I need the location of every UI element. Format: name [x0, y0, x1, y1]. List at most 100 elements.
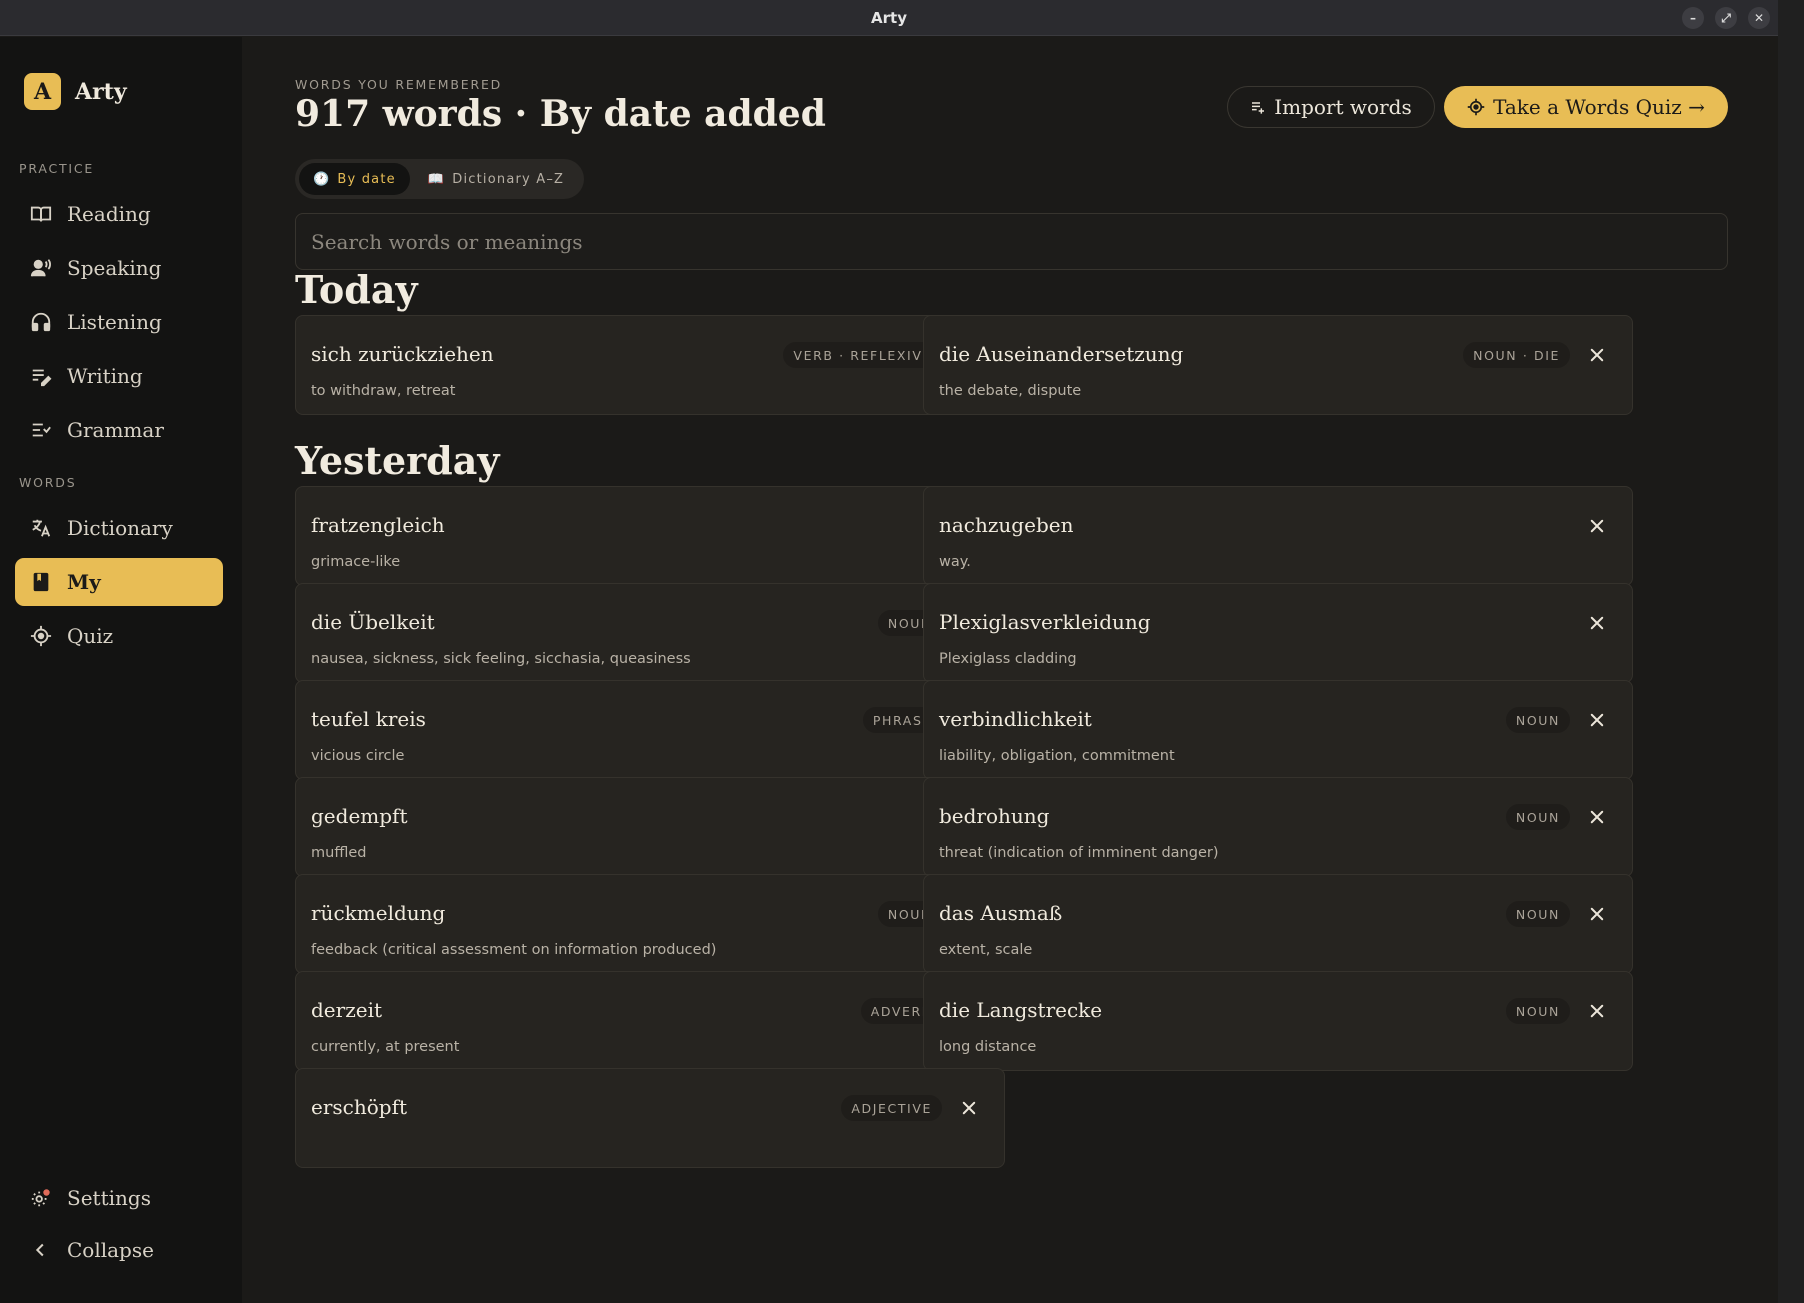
- word-card[interactable]: fratzengleich grimace-like: [295, 486, 1005, 586]
- remove-word-button[interactable]: [954, 1093, 984, 1123]
- word-meaning: grimace-like: [311, 554, 401, 570]
- section-label-practice: PRACTICE: [19, 161, 95, 176]
- word-meaning: muffled: [311, 845, 367, 861]
- word-meaning: to withdraw, retreat: [311, 383, 456, 399]
- gear-icon: [29, 1186, 53, 1210]
- headphones-icon: [29, 310, 53, 334]
- page-title: 917 words · By date added: [295, 93, 826, 135]
- section-label-words: WORDS: [19, 475, 77, 490]
- take-quiz-button[interactable]: Take a Words Quiz →: [1444, 86, 1728, 128]
- speaking-person-icon: [29, 256, 53, 280]
- sidebar-collapse-button[interactable]: Collapse: [15, 1226, 223, 1274]
- word-text: verbindlichkeit: [939, 707, 1092, 731]
- take-quiz-label: Take a Words Quiz →: [1493, 95, 1705, 119]
- bookmark-book-icon: [29, 570, 53, 594]
- sidebar-item-label: Grammar: [67, 418, 164, 442]
- word-meaning: nausea, sickness, sick feeling, sicchasi…: [311, 651, 691, 667]
- word-type-badge: NOUN: [1505, 998, 1570, 1024]
- checklist-icon: [29, 418, 53, 442]
- word-card[interactable]: das Ausmaß extent, scale NOUN: [923, 874, 1633, 974]
- book-icon: 📖: [427, 171, 446, 187]
- word-card[interactable]: die Übelkeit nausea, sickness, sick feeli…: [295, 583, 1005, 683]
- sort-dictionary-button[interactable]: 📖 Dictionary A–Z: [414, 163, 578, 195]
- word-card[interactable]: rückmeldung feedback (critical assessment…: [295, 874, 1005, 974]
- word-card[interactable]: erschöpft ADJECTIVE: [295, 1068, 1005, 1168]
- restore-icon[interactable]: ⤢: [1715, 7, 1737, 29]
- word-card[interactable]: sich zurückziehen to withdraw, retreat VER…: [295, 315, 1005, 415]
- remove-word-button[interactable]: [1582, 705, 1612, 735]
- target-icon: [29, 624, 53, 648]
- word-text: das Ausmaß: [939, 901, 1063, 925]
- word-type-badge: NOUN: [1505, 901, 1570, 927]
- word-card[interactable]: nachzugeben way.: [923, 486, 1633, 586]
- word-type-badge: NOUN: [1505, 804, 1570, 830]
- sidebar-item-listening[interactable]: Listening: [15, 298, 223, 346]
- word-text: rückmeldung: [311, 901, 446, 925]
- word-meaning: threat (indication of imminent danger): [939, 845, 1219, 861]
- word-meaning: way.: [939, 554, 971, 570]
- sidebar-item-label: Speaking: [67, 256, 162, 280]
- word-meaning: vicious circle: [311, 748, 405, 764]
- sidebar-item-my[interactable]: My: [15, 558, 223, 606]
- remove-word-button[interactable]: [1582, 996, 1612, 1026]
- close-icon: [1590, 907, 1604, 921]
- word-card[interactable]: teufel kreis vicious circle PHRASE: [295, 680, 1005, 780]
- word-card[interactable]: bedrohung threat (indication of imminent …: [923, 777, 1633, 877]
- sidebar-item-speaking[interactable]: Speaking: [15, 244, 223, 292]
- close-window-icon[interactable]: ✕: [1748, 7, 1770, 29]
- sidebar-item-label: Dictionary: [67, 516, 173, 540]
- word-text: Plexiglasverkleidung: [939, 610, 1151, 634]
- search-input[interactable]: [295, 213, 1728, 270]
- sidebar-item-grammar[interactable]: Grammar: [15, 406, 223, 454]
- word-text: die Langstrecke: [939, 998, 1103, 1022]
- word-card[interactable]: Plexiglasverkleidung Plexiglass cladding: [923, 583, 1633, 683]
- word-meaning: currently, at present: [311, 1039, 460, 1055]
- brand[interactable]: A Arty: [24, 73, 127, 110]
- word-text: gedempft: [311, 804, 408, 828]
- remove-word-button[interactable]: [1582, 899, 1612, 929]
- minimize-icon[interactable]: –: [1682, 7, 1704, 29]
- word-card[interactable]: gedempft muffled: [295, 777, 1005, 877]
- word-card[interactable]: derzeit currently, at present ADVERB: [295, 971, 1005, 1071]
- remove-word-button[interactable]: [1582, 340, 1612, 370]
- remove-word-button[interactable]: [1582, 511, 1612, 541]
- word-text: derzeit: [311, 998, 383, 1022]
- sidebar-item-label: Writing: [67, 364, 143, 388]
- word-card[interactable]: verbindlichkeit liability, obligation, co…: [923, 680, 1633, 780]
- close-icon: [1590, 1004, 1604, 1018]
- sidebar-item-label: Listening: [67, 310, 162, 334]
- close-icon: [1590, 348, 1604, 362]
- sidebar-item-label: Reading: [67, 202, 151, 226]
- word-text: teufel kreis: [311, 707, 426, 731]
- list-add-icon: [1252, 102, 1265, 114]
- sort-by-date-button[interactable]: 🕐 By date: [299, 163, 410, 195]
- clock-icon: 🕐: [313, 171, 331, 187]
- window-controls: – ⤢ ✕: [1682, 7, 1770, 29]
- word-meaning: Plexiglass cladding: [939, 651, 1077, 667]
- close-icon: [1590, 713, 1604, 727]
- remove-word-button[interactable]: [1582, 608, 1612, 638]
- pen-lines-icon: [29, 364, 53, 388]
- word-text: die Übelkeit: [311, 610, 435, 634]
- book-open-icon: [29, 202, 53, 226]
- close-icon: [1590, 616, 1604, 630]
- word-card[interactable]: die Auseinandersetzung the debate, disput…: [923, 315, 1633, 415]
- word-text: sich zurückziehen: [311, 342, 494, 366]
- close-icon: [1590, 519, 1604, 533]
- import-words-button[interactable]: Import words: [1227, 86, 1435, 128]
- app-window: Arty – ⤢ ✕ A Arty PRACTICE Reading Speak…: [0, 0, 1778, 1303]
- sidebar-item-settings[interactable]: Settings: [15, 1174, 223, 1222]
- word-text: fratzengleich: [311, 513, 445, 537]
- sidebar-item-quiz[interactable]: Quiz: [15, 612, 223, 660]
- sidebar-item-dictionary[interactable]: Dictionary: [15, 504, 223, 552]
- brand-name: Arty: [75, 78, 127, 105]
- word-card[interactable]: die Langstrecke long distance NOUN: [923, 971, 1633, 1071]
- sort-option-label: By date: [337, 171, 396, 187]
- sort-option-label: Dictionary A–Z: [452, 171, 565, 187]
- remove-word-button[interactable]: [1582, 802, 1612, 832]
- word-meaning: feedback (critical assessment on informa…: [311, 942, 717, 958]
- close-icon: [1590, 810, 1604, 824]
- sidebar-item-writing[interactable]: Writing: [15, 352, 223, 400]
- sidebar-item-reading[interactable]: Reading: [15, 190, 223, 238]
- word-meaning: extent, scale: [939, 942, 1033, 958]
